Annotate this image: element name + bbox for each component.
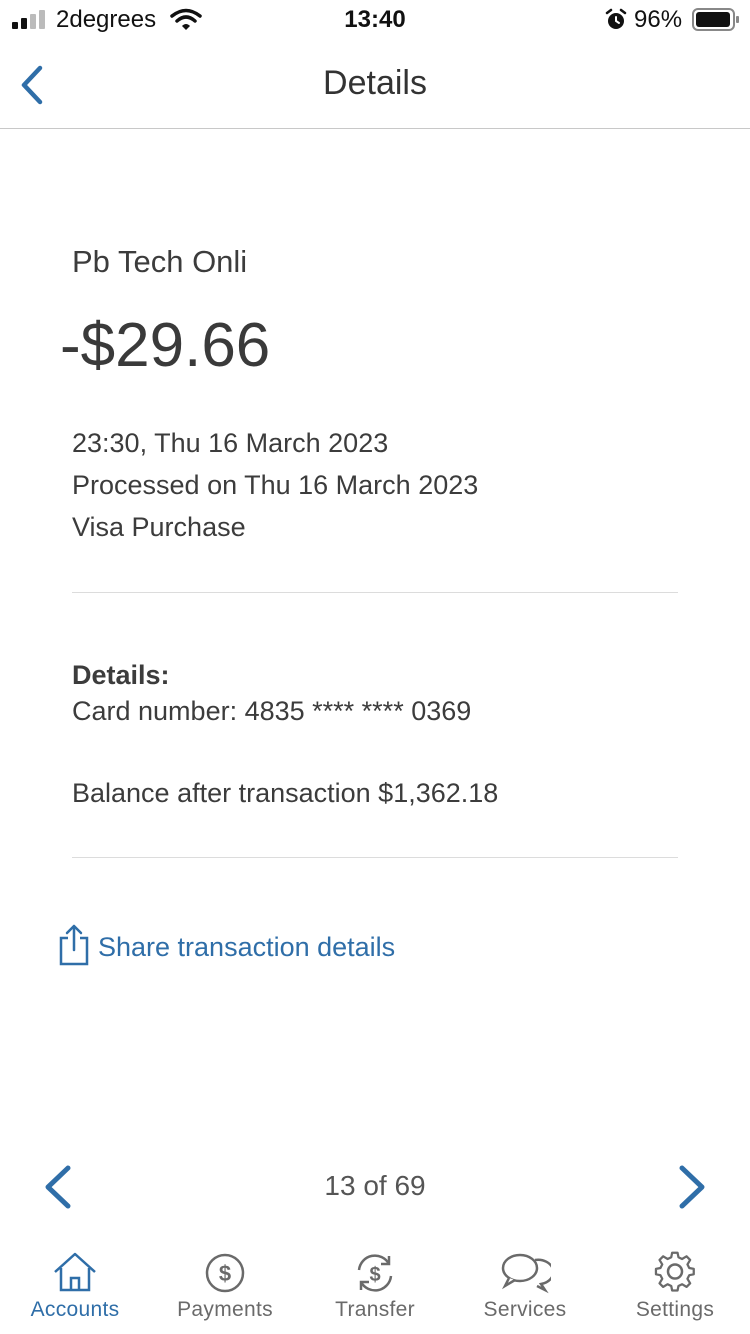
dollar-circle-icon: $ [205,1253,245,1293]
battery-icon [692,8,739,31]
tab-settings[interactable]: Settings [600,1250,750,1334]
transaction-type: Visa Purchase [72,512,246,542]
merchant-name: Pb Tech Onli [72,244,248,279]
divider [72,592,678,593]
tab-label: Transfer [335,1298,415,1321]
home-icon [54,1252,96,1292]
balance-after: Balance after transaction $1,362.18 [72,778,499,808]
chat-bubbles-icon [501,1253,551,1294]
tab-services[interactable]: Services [450,1250,600,1334]
transaction-datetime: 23:30, Thu 16 March 2023 [72,428,389,458]
alarm-icon [605,8,627,29]
tab-accounts[interactable]: Accounts [0,1250,150,1334]
tab-label: Services [483,1298,567,1321]
tab-label: Accounts [30,1298,120,1321]
divider [72,857,678,858]
transfer-icon: $ [357,1254,393,1292]
svg-text:$: $ [369,1264,380,1286]
chevron-right-icon [679,1165,705,1209]
next-transaction-button[interactable] [668,1162,712,1212]
share-label: Share transaction details [98,932,396,962]
tab-label: Settings [635,1298,715,1321]
card-number: Card number: 4835 **** **** 0369 [72,696,472,726]
battery-percent: 96% [634,6,683,33]
tab-payments[interactable]: $ Payments [150,1250,300,1334]
processed-date: Processed on Thu 16 March 2023 [72,470,479,500]
status-bar: 2degrees 13:40 96% [0,0,750,40]
pager-position: 13 of 69 [324,1170,426,1201]
svg-text:$: $ [219,1261,231,1286]
tab-label: Payments [177,1298,273,1321]
tab-transfer[interactable]: $ Transfer [300,1250,450,1334]
nav-bar: Details [0,40,750,129]
transaction-amount: -$29.66 [60,311,271,380]
details-heading: Details: [72,660,170,690]
share-icon [59,924,89,966]
page-title: Details [323,64,427,102]
gear-icon [654,1251,695,1292]
